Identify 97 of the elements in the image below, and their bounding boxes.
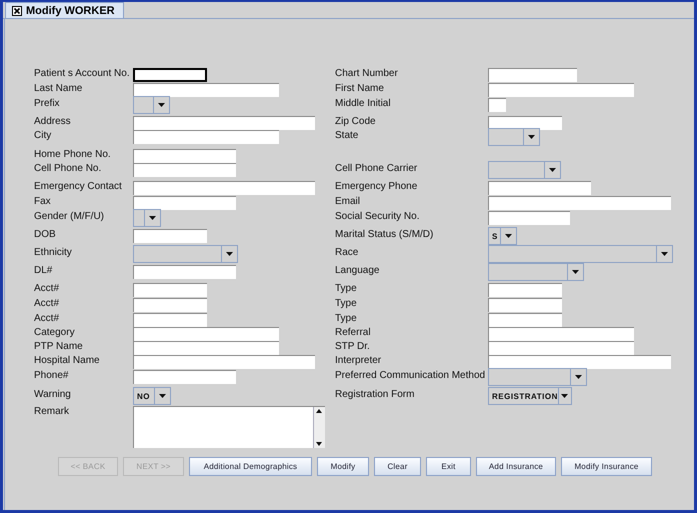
dropdown-arrow-icon (158, 103, 165, 107)
field-label: Fax (34, 196, 51, 208)
field-label: Language (335, 265, 380, 277)
action-button[interactable]: Add Insurance (476, 457, 556, 476)
field-label: First Name (335, 83, 384, 95)
dropdown[interactable] (133, 209, 161, 227)
field-label: Emergency Phone (335, 181, 418, 193)
text-field[interactable] (133, 116, 315, 130)
text-field[interactable] (488, 196, 671, 210)
scroll-up-icon[interactable] (314, 407, 324, 415)
field-label: Type (335, 313, 357, 325)
dropdown[interactable]: NO (133, 387, 171, 405)
field-label: Zip Code (335, 116, 376, 128)
field-label: Acct# (34, 283, 60, 295)
text-field[interactable] (133, 83, 279, 97)
field-label: Cell Phone No. (34, 163, 102, 175)
text-field[interactable] (488, 98, 506, 112)
field-label: Registration Form (335, 389, 414, 401)
field-label: Warning (34, 389, 71, 401)
text-field[interactable] (488, 341, 634, 355)
text-field[interactable] (133, 181, 315, 195)
text-field[interactable] (133, 265, 236, 279)
field-label: Remark (34, 406, 70, 418)
dropdown-arrow-icon (575, 375, 582, 379)
field-label: PTP Name (34, 341, 83, 353)
field-label: Type (335, 298, 357, 310)
field-label: Patient s Account No. (34, 68, 130, 80)
field-label: Address (34, 116, 71, 128)
field-label: Category (34, 327, 75, 339)
text-field[interactable] (488, 313, 562, 327)
field-label: Home Phone No. (34, 149, 111, 161)
field-label: Preferred Communication Method (335, 370, 486, 382)
action-button[interactable]: Modify Insurance (561, 457, 652, 476)
scroll-down-icon[interactable] (314, 440, 324, 448)
text-field[interactable] (133, 355, 315, 369)
dropdown-arrow-icon (572, 270, 579, 274)
text-field[interactable] (488, 116, 562, 130)
field-label: Acct# (34, 313, 60, 325)
field-label: DL# (34, 265, 52, 277)
action-button[interactable]: Exit (426, 457, 471, 476)
field-label: Gender (M/F/U) (34, 211, 104, 223)
field-label: Email (335, 196, 360, 208)
field-label: STP Dr. (335, 341, 370, 353)
field-label: Race (335, 247, 358, 259)
field-label: Acct# (34, 298, 60, 310)
dropdown-arrow-icon (149, 216, 156, 220)
dropdown-arrow-icon (505, 234, 512, 238)
text-field[interactable] (133, 149, 236, 163)
text-field[interactable] (133, 229, 207, 243)
field-label: Prefix (34, 98, 60, 110)
action-button[interactable]: Additional Demographics (189, 457, 312, 476)
text-field[interactable] (133, 327, 279, 341)
text-field[interactable] (488, 327, 634, 341)
close-icon[interactable] (12, 6, 22, 16)
text-field[interactable] (488, 211, 570, 225)
field-label: Emergency Contact (34, 181, 122, 193)
text-field[interactable] (488, 181, 591, 195)
field-label: Cell Phone Carrier (335, 163, 418, 175)
action-button[interactable]: Modify (317, 457, 369, 476)
text-field[interactable] (488, 355, 671, 369)
text-field[interactable] (133, 370, 236, 384)
dropdown-arrow-icon (661, 252, 668, 256)
text-field[interactable] (488, 298, 562, 312)
text-field[interactable] (133, 196, 236, 210)
dropdown[interactable]: REGISTRATION (488, 387, 572, 405)
text-field[interactable] (133, 313, 207, 327)
field-label: State (335, 130, 358, 142)
text-field[interactable] (133, 130, 279, 144)
text-field[interactable] (133, 68, 207, 82)
field-label: City (34, 130, 52, 142)
text-field[interactable] (488, 83, 634, 97)
field-label: Last Name (34, 83, 82, 95)
field-label: Hospital Name (34, 355, 100, 367)
field-label: Referral (335, 327, 371, 339)
text-field[interactable] (488, 283, 562, 297)
field-label: Chart Number (335, 68, 398, 80)
field-label: Interpreter (335, 355, 382, 367)
text-field[interactable] (133, 298, 207, 312)
field-label: Type (335, 283, 357, 295)
field-label: Ethnicity (34, 247, 72, 259)
text-field[interactable] (133, 163, 236, 177)
dropdown[interactable]: S (488, 227, 517, 245)
text-field[interactable] (488, 68, 577, 82)
dropdown-arrow-icon (549, 168, 556, 172)
text-field[interactable] (133, 341, 279, 355)
dropdown-arrow-icon (561, 394, 568, 398)
window-tab[interactable]: Modify WORKER (5, 2, 124, 18)
dropdown-arrow-icon (159, 394, 166, 398)
dropdown-arrow-icon (226, 252, 233, 256)
text-field[interactable] (133, 283, 207, 297)
field-label: Marital Status (S/M/D) (335, 229, 434, 241)
field-label: DOB (34, 229, 56, 241)
dropdown-arrow-icon (528, 135, 535, 139)
field-label: Phone# (34, 370, 68, 382)
field-label: Social Security No. (335, 211, 420, 223)
action-button[interactable]: Clear (374, 457, 421, 476)
field-label: Middle Initial (335, 98, 391, 110)
